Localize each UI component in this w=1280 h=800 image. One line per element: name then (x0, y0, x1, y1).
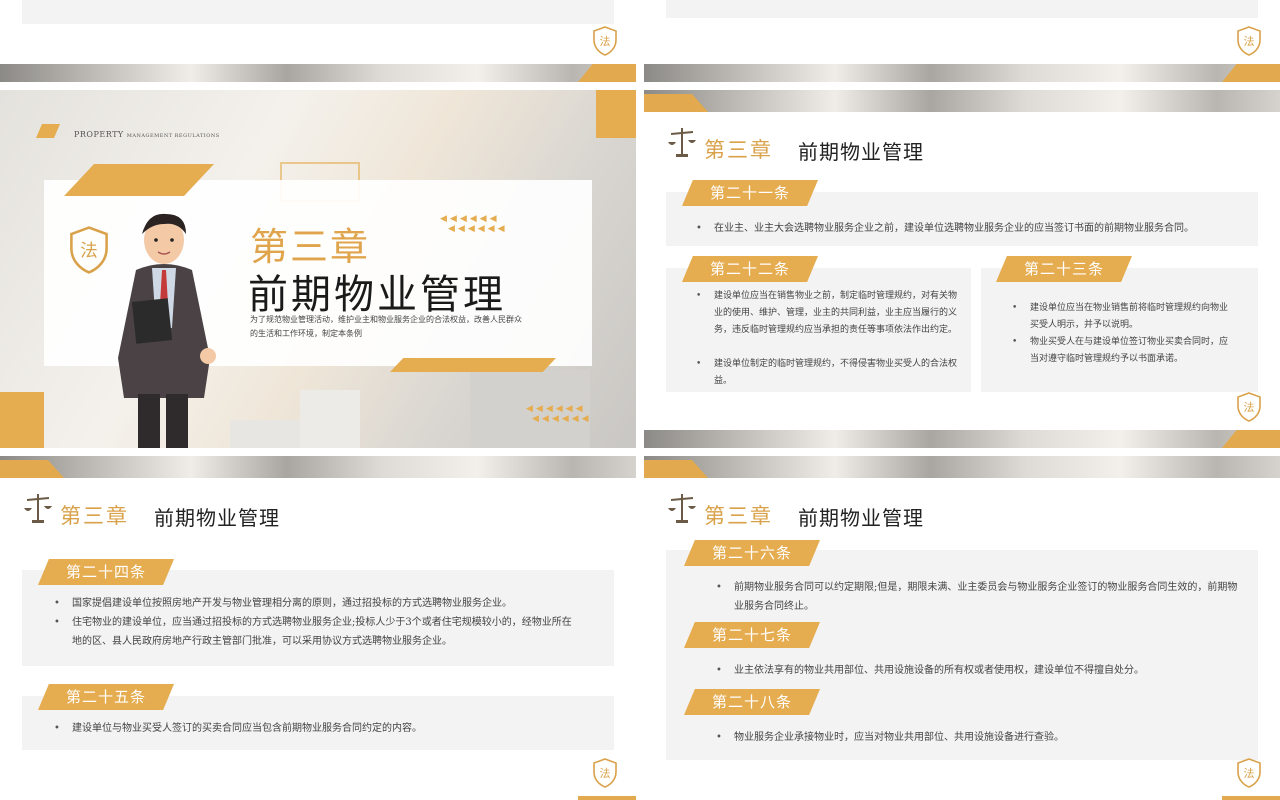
kicker: PROPERTY MANAGEMENT REGULATIONS (74, 130, 220, 139)
article-tag-23: 第二十三条 (996, 256, 1132, 282)
article-28-item: 物业服务企业承接物业时，应当对物业共用部位、共用设施设备进行查验。 (716, 728, 1244, 747)
lawyer-illustration (118, 213, 216, 448)
cover-description: 为了规范物业管理活动，维护业主和物业服务企业的合法权益，改善人民群众的生活和工作… (250, 315, 522, 338)
kicker-icon (36, 124, 60, 138)
article-23-item: 物业买受人在与建设单位签订物业买卖合同时，应当对遵守临时管理规约予以书面承诺。 (1012, 334, 1230, 368)
section-title: 前期物业管理 (798, 140, 924, 164)
article-tag-28: 第二十八条 (684, 689, 820, 715)
seal-icon: 法 (593, 26, 617, 56)
article-tag-22: 第二十二条 (682, 256, 818, 282)
article-23-item: 建设单位应当在物业销售前将临时管理规约向物业买受人明示，并予以说明。 (1012, 300, 1230, 334)
chapter-label: 第三章 (704, 138, 773, 162)
seal-icon: 法 (1237, 758, 1261, 788)
top-strip (644, 456, 1280, 478)
article-27-item: 业主依法享有的物业共用部位、共用设施设备的所有权或者使用权，建设单位不得擅自处分… (716, 661, 1244, 680)
article-tag-21: 第二十一条 (682, 180, 818, 206)
section-title: 前期物业管理 (154, 506, 280, 530)
seal-icon: 法 (70, 226, 108, 274)
bottom-strip (644, 430, 1280, 448)
arrows-decoration: ◀◀◀◀◀◀ (440, 214, 500, 224)
seal-icon: 法 (1237, 392, 1261, 422)
slide-articles-21-23[interactable]: 第三章 前期物业管理 第二十一条 在业主、业主大会选聘物业服务企业之前，建设单位… (644, 90, 1280, 448)
seal-icon: 法 (1237, 26, 1261, 56)
article-tag-25: 第二十五条 (38, 684, 174, 710)
slide-partial-top-right[interactable]: 法 (644, 0, 1280, 82)
svg-text:法: 法 (1244, 766, 1255, 780)
bottom-strip (0, 64, 636, 82)
svg-text:法: 法 (1244, 400, 1255, 414)
chapter-label: 第三章 (704, 504, 773, 528)
article-26-item: 前期物业服务合同可以约定期限;但是，期限未满、业主委员会与物业服务企业签订的物业… (716, 578, 1244, 616)
content-panel (666, 0, 1258, 18)
arrows-decoration: ◀◀◀◀◀◀ (526, 404, 586, 414)
title-card-bottom-tab (390, 358, 556, 372)
slide-cover[interactable]: PROPERTY MANAGEMENT REGULATIONS 法 第三章 前期… (0, 90, 636, 448)
article-tag-27: 第二十七条 (684, 622, 820, 648)
seal-icon: 法 (593, 758, 617, 788)
kicker-small: MANAGEMENT REGULATIONS (126, 133, 220, 139)
kicker-main: PROPERTY (74, 130, 124, 139)
arrows-decoration: ◀◀◀◀◀◀ (448, 224, 508, 234)
article-24-item: 住宅物业的建设单位，应当通过招投标的方式选聘物业服务企业;投标人少于3个或者住宅… (54, 613, 572, 651)
svg-text:法: 法 (1244, 34, 1255, 48)
article-25-item: 建设单位与物业买受人签订的买卖合同应当包含前期物业服务合同约定的内容。 (54, 719, 592, 738)
slide-articles-26-28[interactable]: 第三章 前期物业管理 第二十六条 前期物业服务合同可以约定期限;但是，期限未满、… (644, 456, 1280, 800)
cover-title: 前期物业管理 (248, 272, 506, 318)
section-title: 前期物业管理 (798, 506, 924, 530)
slide-partial-top-left[interactable]: 法 (0, 0, 636, 82)
article-21-item: 在业主、业主大会选聘物业服务企业之前，建设单位选聘物业服务企业的应当签订书面的前… (696, 219, 1244, 238)
corner-block-bottom-left (0, 392, 44, 448)
strip-accent (1222, 796, 1280, 800)
svg-text:法: 法 (80, 241, 98, 261)
top-strip (0, 456, 636, 478)
article-tag-24: 第二十四条 (38, 559, 174, 585)
strip-accent (578, 796, 636, 800)
article-tag-26: 第二十六条 (684, 540, 820, 566)
scales-icon (24, 494, 52, 523)
article-22-item: 建设单位制定的临时管理规约，不得侵害物业买受人的合法权益。 (696, 356, 960, 390)
svg-text:法: 法 (600, 34, 611, 48)
corner-block-top-right (596, 90, 636, 138)
svg-text:法: 法 (600, 766, 611, 780)
content-panel (22, 0, 614, 24)
arrows-decoration: ◀◀◀◀◀◀ (532, 414, 592, 424)
bg-block (300, 390, 360, 448)
slide-articles-24-25[interactable]: 第三章 前期物业管理 第二十四条 国家提倡建设单位按照房地产开发与物业管理相分离… (0, 456, 636, 800)
top-strip (644, 90, 1280, 112)
scales-icon (668, 494, 696, 523)
chapter-label: 第三章 (60, 504, 129, 528)
bottom-strip (644, 64, 1280, 82)
scales-icon (668, 128, 696, 157)
article-22-item: 建设单位应当在销售物业之前，制定临时管理规约，对有关物业的使用、维护、管理，业主… (696, 288, 960, 339)
article-24-item: 国家提倡建设单位按照房地产开发与物业管理相分离的原则，通过招投标的方式选聘物业服… (54, 594, 592, 613)
